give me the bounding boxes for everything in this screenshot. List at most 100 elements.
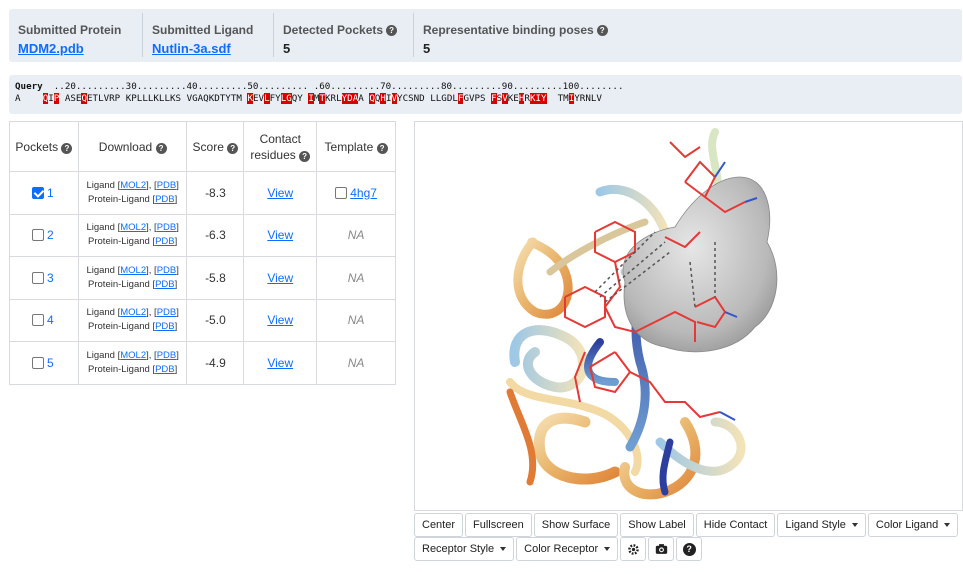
col-score: Score ? — [186, 121, 245, 172]
protein-ligand-pdb-link[interactable]: PDB — [155, 364, 175, 375]
view-contacts-link[interactable]: View — [267, 356, 293, 370]
pdb-link[interactable]: PDB — [157, 180, 177, 191]
protein-ligand-pdb-link[interactable]: PDB — [155, 194, 175, 205]
pocket-number: 1 — [47, 185, 54, 200]
center-button[interactable]: Center — [414, 513, 464, 537]
camera-icon — [655, 544, 667, 554]
protein-ligand-pdb-link[interactable]: PDB — [155, 279, 175, 290]
help-icon[interactable]: ? — [227, 142, 239, 154]
template-cell: 4hg7 — [316, 171, 396, 215]
viewer-toolbar: Center Fullscreen Show Surface Show Labe… — [414, 513, 959, 537]
view-contacts-link[interactable]: View — [267, 271, 293, 285]
ligand-download-label: Ligand — [86, 179, 115, 191]
table-row: 2 Ligand [MOL2], [PDB] Protein-Ligand [PDB… — [9, 213, 396, 257]
pdb-link[interactable]: PDB — [157, 222, 177, 233]
fullscreen-button[interactable]: Fullscreen — [465, 513, 532, 537]
residue-run: KRL — [325, 93, 342, 104]
view-contacts-link[interactable]: View — [267, 228, 293, 242]
caret-down-icon — [944, 523, 951, 527]
ligand-style-dropdown[interactable]: Ligand Style — [777, 513, 866, 537]
screenshot-button[interactable] — [648, 537, 675, 561]
pocket-checkbox[interactable] — [32, 356, 44, 369]
col-template-label: Template — [324, 139, 374, 154]
pocket-cell[interactable]: 5 — [9, 341, 79, 385]
col-contact-label-2: residues — [250, 147, 296, 162]
molecule-viewer[interactable] — [414, 121, 963, 511]
residue-run: TM — [546, 93, 569, 104]
pocket-cell[interactable]: 4 — [9, 298, 79, 342]
template-link[interactable]: 4hg7 — [350, 186, 377, 200]
pdb-link[interactable]: PDB — [157, 307, 177, 318]
receptor-style-dropdown[interactable]: Receptor Style — [414, 537, 515, 561]
pocket-checkbox[interactable] — [32, 229, 44, 242]
pdb-link[interactable]: PDB — [157, 265, 177, 276]
protein-ligand-label: Protein-Ligand — [88, 236, 150, 248]
detected-pockets-label: Detected Pockets — [283, 23, 384, 37]
help-button[interactable]: ? — [676, 537, 703, 561]
settings-button[interactable] — [620, 537, 647, 561]
score-cell: -5.8 — [186, 256, 245, 300]
protein-ligand-label: Protein-Ligand — [88, 321, 150, 333]
pocket-checkbox[interactable] — [32, 314, 44, 327]
ligand-style-label: Ligand Style — [785, 519, 846, 531]
show-surface-button[interactable]: Show Surface — [533, 513, 619, 537]
table-header-row: Pockets ? Download ? Score ? Contact resi… — [9, 121, 396, 172]
residue-run: ETLVRP KPLLLKLLKS VGAQKDTYTM — [87, 93, 248, 104]
protein-ligand-pdb-link[interactable]: PDB — [155, 236, 175, 247]
mol2-link[interactable]: MOL2 — [120, 307, 146, 318]
submitted-ligand-link[interactable]: Nutlin-3a.sdf — [152, 41, 231, 56]
residue-run: ASE — [59, 93, 82, 104]
pdb-link[interactable]: PDB — [157, 350, 177, 361]
protein-ligand-label: Protein-Ligand — [88, 363, 150, 375]
residue-run: KE — [507, 93, 519, 104]
help-icon: ? — [682, 542, 696, 556]
residue-run: FY — [269, 93, 281, 104]
residue-run: QY — [291, 93, 309, 104]
help-icon[interactable]: ? — [376, 142, 388, 154]
download-cell: Ligand [MOL2], [PDB] Protein-Ligand [PDB] — [77, 298, 188, 342]
view-contacts-link[interactable]: View — [267, 313, 293, 327]
score-cell: -4.9 — [186, 341, 245, 385]
show-label-button[interactable]: Show Label — [620, 513, 694, 537]
pocket-cell[interactable]: 1 — [9, 171, 79, 215]
col-template: Template ? — [316, 121, 396, 172]
view-contacts-link[interactable]: View — [267, 186, 293, 200]
help-icon[interactable]: ? — [61, 142, 73, 154]
binding-poses: Representative binding poses? 5 — [414, 13, 619, 57]
color-receptor-dropdown[interactable]: Color Receptor — [516, 537, 619, 561]
hide-contact-button[interactable]: Hide Contact — [695, 513, 776, 537]
mol2-link[interactable]: MOL2 — [120, 180, 146, 191]
submitted-ligand-label: Submitted Ligand — [152, 23, 254, 37]
table-row: 4 Ligand [MOL2], [PDB] Protein-Ligand [PDB… — [9, 298, 396, 342]
submitted-protein-link[interactable]: MDM2.pdb — [18, 41, 84, 56]
mol2-link[interactable]: MOL2 — [120, 222, 146, 233]
help-icon[interactable]: ? — [155, 142, 167, 154]
contact-cell: View — [243, 298, 318, 342]
pocket-cell[interactable]: 2 — [9, 213, 79, 257]
mol2-link[interactable]: MOL2 — [120, 265, 146, 276]
template-checkbox[interactable] — [335, 186, 348, 199]
help-icon[interactable]: ? — [386, 24, 398, 36]
help-icon[interactable]: ? — [299, 150, 311, 162]
query-label: Query — [15, 81, 43, 92]
contact-cell: View — [243, 256, 318, 300]
col-contact: Contact residues ? — [243, 121, 318, 172]
help-icon[interactable]: ? — [596, 24, 608, 36]
col-download-label: Download — [98, 139, 153, 154]
score-cell: -6.3 — [186, 213, 245, 257]
pocket-checkbox[interactable] — [32, 271, 44, 284]
submitted-protein: Submitted Protein MDM2.pdb — [9, 13, 143, 57]
residue-run: GVPS — [463, 93, 492, 104]
mol2-link[interactable]: MOL2 — [120, 350, 146, 361]
col-pockets-label: Pockets — [15, 139, 59, 154]
download-cell: Ligand [MOL2], [PDB] Protein-Ligand [PDB] — [77, 213, 188, 257]
caret-down-icon — [500, 547, 507, 551]
pocket-checkbox[interactable] — [32, 186, 44, 199]
caret-down-icon — [604, 547, 611, 551]
binding-poses-value: 5 — [423, 41, 431, 56]
pocket-cell[interactable]: 3 — [9, 256, 79, 300]
gear-icon — [627, 543, 639, 555]
protein-ligand-render[interactable] — [415, 122, 963, 511]
color-ligand-dropdown[interactable]: Color Ligand — [867, 513, 959, 537]
protein-ligand-pdb-link[interactable]: PDB — [155, 321, 175, 332]
